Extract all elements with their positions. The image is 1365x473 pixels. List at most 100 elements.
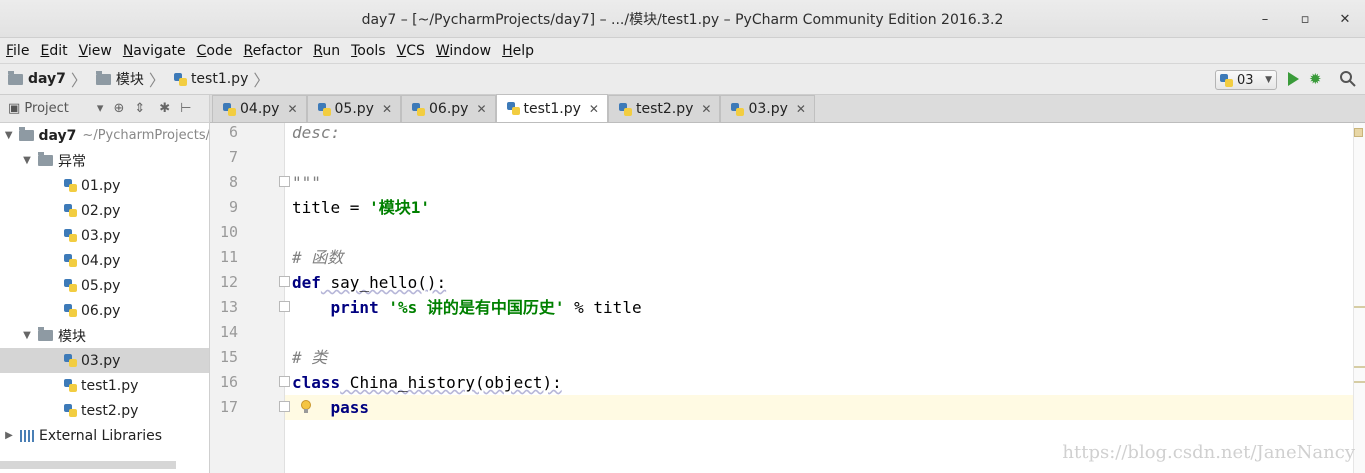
expand-arrow-icon[interactable]: ▼ xyxy=(22,155,32,166)
target-icon[interactable]: ⊕ xyxy=(113,101,124,116)
tree-item-label: 04.py xyxy=(81,252,121,269)
tab-06py[interactable]: 06.py ✕ xyxy=(401,95,496,122)
close-tab-icon[interactable]: ✕ xyxy=(589,102,599,116)
fold-marker-icon[interactable] xyxy=(279,276,290,287)
breadcrumb-day7[interactable]: day7 〉 xyxy=(8,67,92,91)
string-literal: '模块1' xyxy=(369,198,430,217)
comment: # 类 xyxy=(292,348,328,367)
code-line-11: # 函数 xyxy=(292,245,343,270)
warning-stripe-mark[interactable] xyxy=(1354,366,1365,368)
tree-item-modules[interactable]: ▼ 模块 xyxy=(0,323,209,348)
tree-item-module-03py[interactable]: 03.py xyxy=(0,348,209,373)
menu-tools[interactable]: Tools xyxy=(351,43,386,59)
close-button[interactable]: ✕ xyxy=(1325,12,1365,27)
line-number: 16 xyxy=(219,373,238,391)
tree-item-label: External Libraries xyxy=(39,427,162,444)
fold-marker-icon[interactable] xyxy=(279,176,290,187)
error-stripe[interactable] xyxy=(1353,123,1365,473)
tree-item-04py[interactable]: 04.py xyxy=(0,248,209,273)
hide-panel-icon[interactable]: ⊢ xyxy=(180,101,191,116)
tree-item-label: test1.py xyxy=(81,377,139,394)
comment: # 函数 xyxy=(292,248,344,267)
menu-vcs[interactable]: VCS xyxy=(397,43,425,59)
run-icon[interactable] xyxy=(1288,72,1299,86)
chevron-down-icon[interactable]: ▾ xyxy=(97,101,104,116)
search-icon[interactable] xyxy=(1339,70,1357,88)
python-file-icon xyxy=(64,279,77,292)
tree-item-06py[interactable]: 06.py xyxy=(0,298,209,323)
gear-icon[interactable]: ✱ xyxy=(159,101,170,116)
code-editor[interactable]: 6 7 8 9 10 11 12 13 14 15 16 17 desc: ""… xyxy=(210,123,1365,473)
python-file-icon xyxy=(506,102,520,115)
breadcrumb-file[interactable]: test1.py 〉 xyxy=(173,67,274,91)
code-text: title = xyxy=(292,198,370,217)
project-panel-header: ▣ Project ▾ ⊕ ⇕ ✱ ⊢ xyxy=(0,95,210,123)
menu-edit[interactable]: Edit xyxy=(40,43,67,59)
close-tab-icon[interactable]: ✕ xyxy=(287,102,297,116)
breadcrumb-label: 模块 xyxy=(115,72,144,88)
tree-item-exceptions[interactable]: ▼ 异常 xyxy=(0,148,209,173)
line-number: 15 xyxy=(219,348,238,366)
run-configuration-select[interactable]: 03 ▼ xyxy=(1215,70,1277,90)
expand-arrow-icon[interactable]: ▼ xyxy=(4,130,13,141)
close-tab-icon[interactable]: ✕ xyxy=(701,102,711,116)
current-line-highlight xyxy=(285,395,1355,420)
fold-marker-icon[interactable] xyxy=(279,376,290,387)
tab-test1py[interactable]: test1.py ✕ xyxy=(495,94,608,122)
menu-navigate[interactable]: Navigate xyxy=(123,43,186,59)
tab-label: test2.py xyxy=(635,101,694,117)
inspection-status-icon[interactable] xyxy=(1354,128,1363,137)
warning-stripe-mark[interactable] xyxy=(1354,306,1365,308)
fold-marker-icon[interactable] xyxy=(279,401,290,412)
code-line-8: """ xyxy=(292,170,321,195)
python-file-icon xyxy=(64,379,77,392)
editor-tab-bar: 04.py ✕ 05.py ✕ 06.py ✕ test1.py ✕ test2… xyxy=(210,94,1365,123)
tab-test2py[interactable]: test2.py ✕ xyxy=(607,95,721,122)
close-tab-icon[interactable]: ✕ xyxy=(476,102,486,116)
warning-stripe-mark[interactable] xyxy=(1354,381,1365,383)
tree-item-label: 06.py xyxy=(81,302,121,319)
collapse-icon[interactable]: ⇕ xyxy=(134,101,145,116)
lightbulb-icon[interactable] xyxy=(300,399,312,415)
python-file-icon xyxy=(64,204,77,217)
debug-icon[interactable]: ✹ xyxy=(1309,71,1325,87)
tree-item-day7[interactable]: ▼ day7 ~/PycharmProjects/ xyxy=(0,123,209,148)
menu-help[interactable]: Help xyxy=(502,43,534,59)
menu-refactor[interactable]: Refactor xyxy=(243,43,302,59)
tree-item-02py[interactable]: 02.py xyxy=(0,198,209,223)
project-view-label[interactable]: Project xyxy=(24,101,68,116)
maximize-button[interactable]: ▫ xyxy=(1285,12,1325,27)
menu-file[interactable]: File xyxy=(6,43,29,59)
line-number: 12 xyxy=(219,273,238,291)
python-file-icon xyxy=(173,72,187,86)
tree-item-05py[interactable]: 05.py xyxy=(0,273,209,298)
tab-03py[interactable]: 03.py ✕ xyxy=(720,95,815,122)
tab-04py[interactable]: 04.py ✕ xyxy=(212,95,307,122)
fold-marker-icon[interactable] xyxy=(279,301,290,312)
collapse-arrow-icon[interactable]: ▶ xyxy=(4,430,14,441)
tree-item-03py[interactable]: 03.py xyxy=(0,223,209,248)
menu-view[interactable]: View xyxy=(79,43,112,59)
code-line-15: # 类 xyxy=(292,345,327,370)
tree-item-01py[interactable]: 01.py xyxy=(0,173,209,198)
expand-arrow-icon[interactable]: ▼ xyxy=(22,330,32,341)
menu-window[interactable]: Window xyxy=(436,43,491,59)
tab-label: 06.py xyxy=(429,101,469,117)
menu-code[interactable]: Code xyxy=(197,43,233,59)
tab-05py[interactable]: 05.py ✕ xyxy=(306,95,401,122)
menu-run[interactable]: Run xyxy=(313,43,340,59)
breadcrumb-module[interactable]: 模块 〉 xyxy=(95,67,170,91)
minimize-button[interactable]: – xyxy=(1245,12,1285,27)
tree-item-test1py[interactable]: test1.py xyxy=(0,373,209,398)
tree-item-label: 模块 xyxy=(58,328,86,345)
tree-item-external-libraries[interactable]: ▶ External Libraries xyxy=(0,423,209,448)
code-line-12: def say_hello(): xyxy=(292,270,446,295)
close-tab-icon[interactable]: ✕ xyxy=(382,102,392,116)
chevron-right-icon: 〉 xyxy=(70,71,87,90)
tab-label: 04.py xyxy=(240,101,280,117)
project-horizontal-scrollbar[interactable] xyxy=(0,461,176,469)
chevron-down-icon: ▼ xyxy=(1265,75,1272,85)
tree-item-test2py[interactable]: test2.py xyxy=(0,398,209,423)
close-tab-icon[interactable]: ✕ xyxy=(796,102,806,116)
window-controls: – ▫ ✕ xyxy=(1245,0,1365,38)
